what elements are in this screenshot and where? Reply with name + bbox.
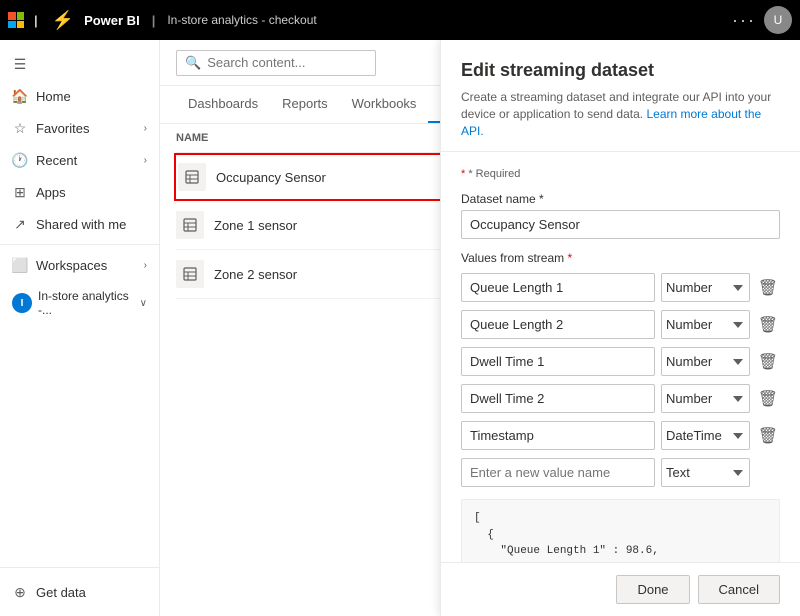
microsoft-logo [8, 12, 24, 28]
panel-body: * * Required Dataset name * Values from … [441, 152, 800, 562]
sidebar-item-recent[interactable]: 🕐 Recent › [0, 144, 159, 176]
stream-field-type-select[interactable]: Number DateTime Text Boolean [661, 310, 750, 339]
stream-field-type-select[interactable]: Number DateTime Text Boolean [661, 421, 750, 450]
dataset-icon [178, 163, 206, 191]
new-value-row: Text Number DateTime Boolean 🗑 [461, 458, 780, 487]
sidebar-shared-label: Shared with me [36, 217, 126, 232]
search-box[interactable]: 🔍 [176, 50, 376, 76]
stream-delete-btn[interactable]: 🗑 [756, 276, 780, 300]
tab-reports[interactable]: Reports [270, 86, 340, 123]
sidebar-item-shared[interactable]: ↗ Shared with me [0, 208, 159, 240]
sidebar-item-apps[interactable]: ⊞ Apps [0, 176, 159, 208]
search-input[interactable] [207, 55, 367, 70]
panel-footer: Done Cancel [441, 562, 800, 616]
panel-header: Edit streaming dataset Create a streamin… [441, 40, 800, 152]
stream-values-label: Values from stream * [461, 251, 780, 265]
dataset-icon [176, 211, 204, 239]
done-button[interactable]: Done [616, 575, 689, 604]
chevron-right-icon: › [144, 123, 147, 134]
stream-field-row: Number DateTime Text Boolean 🗑 [461, 421, 780, 450]
sidebar-menu-button[interactable]: ☰ [0, 48, 159, 80]
stream-field-type-select[interactable]: Number DateTime Text Boolean [661, 273, 750, 302]
stream-field-name-input[interactable] [461, 421, 655, 450]
workspace-icon: ⬜ [12, 257, 28, 273]
topbar: | ⚡ Power BI | In-store analytics - chec… [0, 0, 800, 40]
dataset-name-input[interactable] [461, 210, 780, 239]
dataset-icon [176, 260, 204, 288]
stream-field-name-input[interactable] [461, 273, 655, 302]
stream-field-row: Number DateTime Text Boolean 🗑 [461, 273, 780, 302]
star-icon: ☆ [12, 120, 28, 136]
workspace-dot: I [12, 293, 32, 313]
sidebar-favorites-label: Favorites [36, 121, 89, 136]
stream-delete-btn[interactable]: 🗑 [756, 387, 780, 411]
tab-workbooks[interactable]: Workbooks [340, 86, 429, 123]
sidebar-workspace-item[interactable]: I In-store analytics -... ∨ [0, 281, 159, 325]
sidebar: ☰ 🏠 Home ☆ Favorites › 🕐 Recent › ⊞ Apps [0, 40, 160, 616]
app-name: Power BI [84, 13, 140, 28]
chevron-right-icon: › [144, 260, 147, 271]
stream-delete-btn[interactable]: 🗑 [756, 313, 780, 337]
stream-delete-btn[interactable]: 🗑 [756, 424, 780, 448]
new-value-input[interactable] [461, 458, 655, 487]
topbar-right: ··· U [732, 6, 792, 34]
panel-title: Edit streaming dataset [461, 60, 780, 81]
sidebar-workspaces-label: Workspaces [36, 258, 107, 273]
stream-field-row: Number DateTime Text Boolean 🗑 [461, 384, 780, 413]
sidebar-recent-label: Recent [36, 153, 77, 168]
tab-dashboards[interactable]: Dashboards [176, 86, 270, 123]
stream-field-name-input[interactable] [461, 347, 655, 376]
edit-panel: Edit streaming dataset Create a streamin… [440, 40, 800, 616]
more-options-button[interactable]: ··· [732, 10, 756, 31]
content-area: 🔍 + New Dashboards Reports Workbooks Dat… [160, 40, 800, 616]
json-preview: [ { "Queue Length 1" : 98.6, "Queue Leng… [461, 499, 780, 562]
avatar[interactable]: U [764, 6, 792, 34]
topbar-logo: | ⚡ Power BI | In-store analytics - chec… [8, 10, 317, 31]
sidebar-item-home[interactable]: 🏠 Home [0, 80, 159, 112]
sidebar-apps-label: Apps [36, 185, 66, 200]
stream-field-name-input[interactable] [461, 384, 655, 413]
window-title: In-store analytics - checkout [167, 13, 316, 27]
main-layout: ☰ 🏠 Home ☆ Favorites › 🕐 Recent › ⊞ Apps [0, 40, 800, 616]
search-icon: 🔍 [185, 55, 201, 71]
chevron-down-icon: ∨ [140, 298, 147, 309]
sidebar-get-data[interactable]: ⊕ Get data [0, 576, 159, 608]
sidebar-item-workspaces[interactable]: ⬜ Workspaces › [0, 249, 159, 281]
grid-icon: ⊞ [12, 184, 28, 200]
stream-required-mark: * [567, 251, 572, 265]
hamburger-icon: ☰ [12, 56, 28, 72]
cancel-button[interactable]: Cancel [698, 575, 780, 604]
dataset-name-label: Dataset name * [461, 192, 780, 206]
get-data-label: Get data [36, 585, 86, 600]
stream-field-row: Number DateTime Text Boolean 🗑 [461, 310, 780, 339]
stream-field-type-select[interactable]: Number DateTime Text Boolean [661, 384, 750, 413]
sidebar-item-favorites[interactable]: ☆ Favorites › [0, 112, 159, 144]
clock-icon: 🕐 [12, 152, 28, 168]
new-value-type-select[interactable]: Text Number DateTime Boolean [661, 458, 750, 487]
stream-field-type-select[interactable]: Number DateTime Text Boolean [661, 347, 750, 376]
powerbi-icon: ⚡ [52, 10, 74, 31]
stream-field-row: Number DateTime Text Boolean 🗑 [461, 347, 780, 376]
required-label: * * Required [461, 168, 780, 180]
sidebar-home-label: Home [36, 89, 71, 104]
chevron-right-icon: › [144, 155, 147, 166]
stream-field-name-input[interactable] [461, 310, 655, 339]
stream-fields: Number DateTime Text Boolean 🗑 Number Da… [461, 273, 780, 450]
sidebar-nav: ☰ 🏠 Home ☆ Favorites › 🕐 Recent › ⊞ Apps [0, 40, 159, 333]
panel-description: Create a streaming dataset and integrate… [461, 89, 780, 139]
plus-icon: ⊕ [12, 584, 28, 600]
stream-delete-btn[interactable]: 🗑 [756, 350, 780, 374]
sidebar-bottom: ⊕ Get data [0, 567, 159, 616]
home-icon: 🏠 [12, 88, 28, 104]
share-icon: ↗ [12, 216, 28, 232]
sidebar-divider [0, 244, 159, 245]
workspace-name: In-store analytics -... [38, 289, 134, 317]
